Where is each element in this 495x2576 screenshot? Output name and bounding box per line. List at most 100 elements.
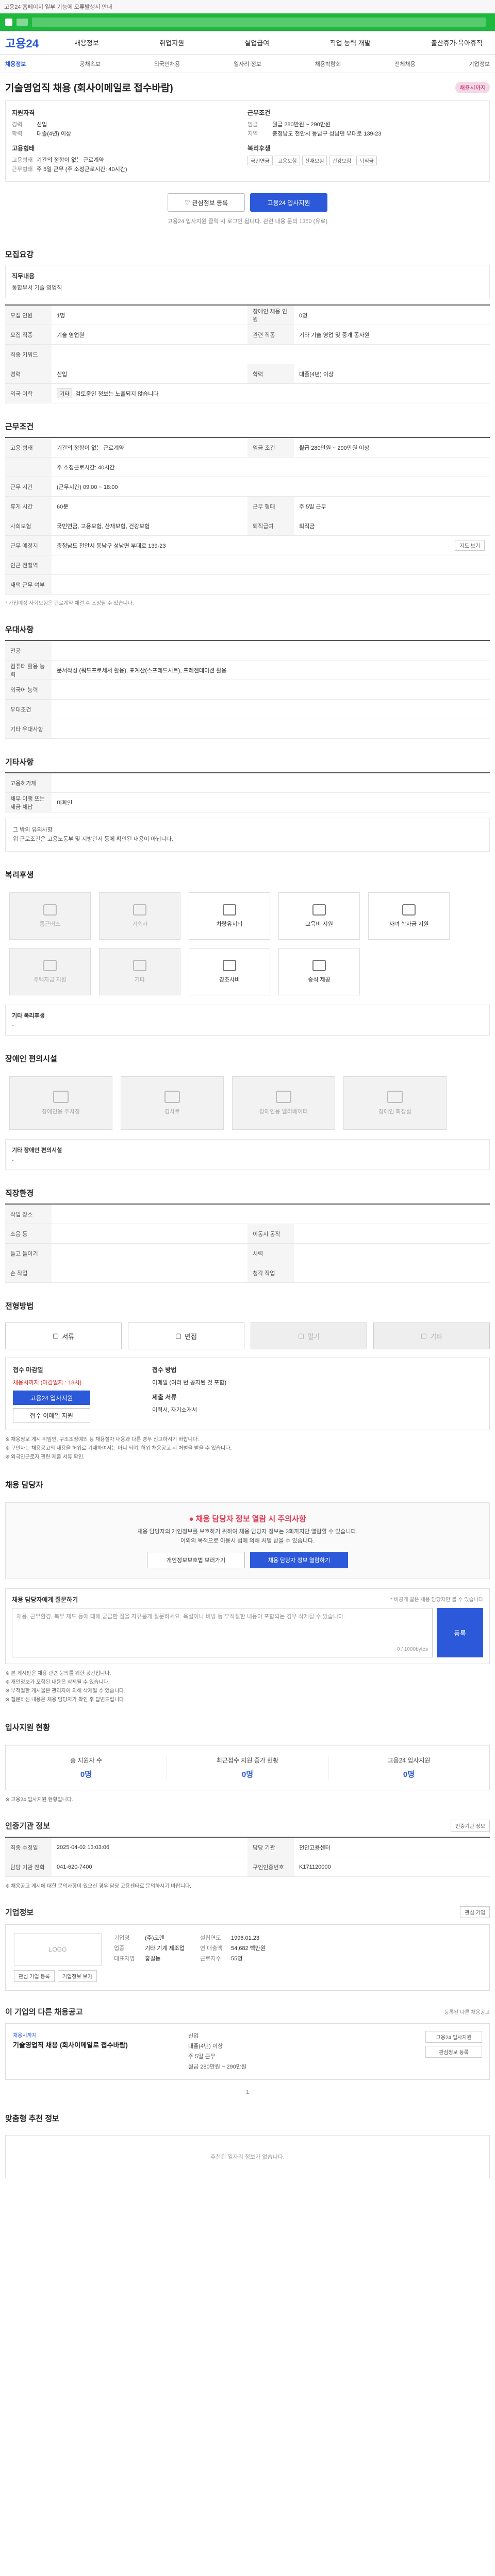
recruit-value: 1명 xyxy=(57,312,65,319)
privacy-law-button[interactable]: 개인정보보호법 보러가기 xyxy=(147,1552,245,1568)
env-row: 손 작업 청각 작업 xyxy=(5,1263,490,1283)
env-row: 소음 등 이동시 동작 xyxy=(5,1224,490,1244)
duty-box: 직무내용 통합부서 기술 영업직 xyxy=(5,265,490,298)
snb-item-4[interactable]: 일자리 정보 xyxy=(234,60,261,68)
welfare-label: 경조사비 xyxy=(219,977,240,983)
facility-grid: 장애인용 주차장 경사로 장애인용 엘리베이터 장애인 화장실 xyxy=(9,1076,490,1130)
work-title: 근무조건 xyxy=(5,422,34,431)
facility-card: 장애인 화장실 xyxy=(343,1076,447,1130)
prefer-table: 전공 컴퓨터 활용 능력 문서작성 (워드프로세서 활용), 표계산(스프레드시트)… xyxy=(5,640,490,739)
agency-value: K171120000 xyxy=(299,1863,331,1870)
apply-button[interactable]: 고용24 입사지원 xyxy=(250,193,327,212)
company-logo: LOGO xyxy=(14,1933,102,1966)
gnb-item-4[interactable]: 직업 능력 개발 xyxy=(323,38,378,47)
facility-etc-value: - xyxy=(12,1157,14,1163)
work-row: 사회보험 국민연금, 고용보험, 산재보험, 건강보험 퇴직급여 퇴직금 xyxy=(5,516,490,536)
apply-email-button[interactable]: 접수 이메일 지원 xyxy=(13,1408,90,1422)
docs-title: 제출 서류 xyxy=(152,1394,177,1401)
work-value: 기간의 정함이 없는 근로계약 xyxy=(57,445,124,451)
company-fav-button[interactable]: 관심 기업 xyxy=(460,1906,490,1918)
stat-value: 0명 xyxy=(241,1770,254,1779)
env-value xyxy=(52,1205,490,1224)
condition-row: 지역 충청남도 천안시 동남구 성남면 부대로 139-23 xyxy=(248,129,483,139)
apply-online-button[interactable]: 고용24 입사지원 xyxy=(13,1391,90,1405)
work-value: 60분 xyxy=(57,503,69,510)
question-submit-button[interactable]: 등록 xyxy=(437,1608,483,1657)
snb-item-6[interactable]: 전체채용 xyxy=(394,60,415,68)
company-field: 업종 기타 기계 제조업 xyxy=(114,1943,185,1954)
summary-col-left: 지원자격 경력 신입 학력 대졸(4년) 이상 고용형태 고용형태 기간의 정함이 없는… xyxy=(12,108,248,174)
favorite-button[interactable]: ♡ 관심정보 등록 xyxy=(168,193,245,212)
benefit-chip: 국민연금 xyxy=(248,156,273,165)
banner-tab[interactable] xyxy=(16,19,28,26)
facility-title: 장애인 편의시설 xyxy=(5,1055,57,1063)
stats-note: ※ 고용24 입사지원 현황입니다. xyxy=(5,1797,73,1803)
prefer-key: 외국어 능력 xyxy=(5,680,52,699)
etc-key: 고용허가제 xyxy=(5,773,52,792)
company-view-button[interactable]: 기업정보 보기 xyxy=(57,1970,97,1982)
recruit-key: 직종 키워드 xyxy=(5,345,52,364)
agency-info-button[interactable]: 인증기관 정보 xyxy=(451,1820,490,1832)
other-job-title[interactable]: 기술영업직 채용 (회사이메일로 접수바람) xyxy=(13,2041,178,2050)
other-job-card[interactable]: 채용시까지 기술영업직 채용 (회사이메일로 접수바람) 신입 대졸(4년) 이상… xyxy=(5,2023,490,2080)
recruit-key: 모집 직종 xyxy=(5,325,52,344)
env-value xyxy=(294,1244,490,1263)
question-note: ※ 개인정보가 포함된 내용은 삭제될 수 있습니다. xyxy=(5,1680,110,1685)
welfare-icon xyxy=(223,960,236,971)
docs-value: 이력서, 자기소개서 xyxy=(152,1407,197,1413)
page-1[interactable]: 1 xyxy=(246,2089,249,2095)
etc-row: 고용허가제 xyxy=(5,773,490,793)
snb-item-7[interactable]: 기업정보 xyxy=(469,60,489,68)
other-job-tag: 채용시까지 xyxy=(13,2033,37,2039)
recruit-value: 대졸(4년) 이상 xyxy=(299,371,334,378)
work-value: 월급 280만원 ~ 290만원 이상 xyxy=(299,445,370,451)
gnb-item-2[interactable]: 취업지원 xyxy=(152,38,191,47)
facility-icon xyxy=(387,1091,403,1103)
work-value: 국민연금, 고용보험, 산재보험, 건강보험 xyxy=(57,523,150,530)
work-value: (근무시간) 09:00 ~ 18:00 xyxy=(57,484,118,490)
snb-item-3[interactable]: 외국인채용 xyxy=(154,60,180,68)
banner-input[interactable] xyxy=(32,18,486,27)
process-note: ※ 구인자는 채용공고의 내용을 허위로 기재하여서는 아니 되며, 허위 채용… xyxy=(5,1446,232,1451)
recruit-key: 관련 직종 xyxy=(248,325,294,344)
snb-item-1[interactable]: 채용정보 xyxy=(5,60,26,68)
site-logo[interactable]: 고용24 xyxy=(5,35,67,51)
prefer-value: 문서작성 (워드프로세서 활용), 표계산(스프레드시트), 프레젠테이션 활용 xyxy=(57,667,227,674)
work-key: 근무 예정지 xyxy=(5,536,52,555)
facility-icon xyxy=(164,1091,180,1103)
snb-item-5[interactable]: 채용박람회 xyxy=(315,60,341,68)
process-note: ※ 외국인근로자 관련 제출 서류 확인. xyxy=(5,1454,85,1460)
snb-item-2[interactable]: 공채속보 xyxy=(79,60,100,68)
employment-value: 주 5일 근무 (주 소정근로시간: 40시간) xyxy=(37,166,127,173)
view-contact-button[interactable]: 채용 담당자 정보 열람하기 xyxy=(250,1552,348,1568)
other-job-info-line: 대졸(4년) 이상 xyxy=(188,2043,223,2049)
welfare-card: 중식 제공 xyxy=(278,948,360,995)
map-button[interactable]: 지도 보기 xyxy=(455,540,485,551)
warning-title: ● 채용 담당자 정보 열람 시 주의사항 xyxy=(6,1513,489,1524)
other-fav-button[interactable]: 관심정보 등록 xyxy=(425,2046,482,2058)
recruit-value: 기타 기술 영업 및 중개 종사원 xyxy=(299,332,370,338)
etc-value xyxy=(52,773,490,792)
gnb-item-5[interactable]: 출산휴가·육아휴직 xyxy=(424,38,490,47)
etc-title: 기타사항 xyxy=(5,758,34,767)
question-textarea[interactable]: 채용, 근무환경, 복무 제도 등에 대해 궁금한 점을 자유롭게 질문하세요.… xyxy=(12,1608,433,1657)
welfare-grid: 통근버스 기숙사 차량유지비 교육비 지원 자녀 학자금 지원 주택자금 지원 기타 경조사비… xyxy=(9,892,490,995)
welfare-label: 기숙사 xyxy=(131,921,148,927)
work-value xyxy=(52,575,490,594)
welfare-label: 교육비 지원 xyxy=(305,921,333,927)
gnb-menu: 채용정보 취업지원 실업급여 직업 능력 개발 출산휴가·육아휴직 xyxy=(67,38,490,47)
work-key: 휴게 시간 xyxy=(5,497,52,516)
apply-right: 접수 방법 이메일 (여러 번 공지된 것 포함) 제출 서류 이력서, 자기소… xyxy=(142,1365,482,1422)
work-row: 고용 형태 기간의 정함이 없는 근로계약 임금 조건 월급 280만원 ~ 290만… xyxy=(5,438,490,457)
welfare-etc-value: - xyxy=(12,1023,14,1029)
other-job-info-line: 월급 280만원 ~ 290만원 xyxy=(188,2064,247,2070)
gnb-item-1[interactable]: 채용정보 xyxy=(67,38,106,47)
job-title: 기술영업직 채용 (회사이메일로 접수바람) xyxy=(5,83,173,94)
company-register-button[interactable]: 관심 기업 등록 xyxy=(14,1970,55,1982)
other-apply-button[interactable]: 고용24 입사지원 xyxy=(425,2031,482,2043)
work-key: 퇴직급여 xyxy=(248,516,294,535)
welfare-card: 주택자금 지원 xyxy=(9,948,91,995)
gnb-item-3[interactable]: 실업급여 xyxy=(237,38,276,47)
condition-key: 지역 xyxy=(248,131,258,137)
stats-box: 총 지원자 수 0명 최근접수 지원 증가 현황 0명 고용24 입사지원 0명 xyxy=(5,1745,490,1790)
